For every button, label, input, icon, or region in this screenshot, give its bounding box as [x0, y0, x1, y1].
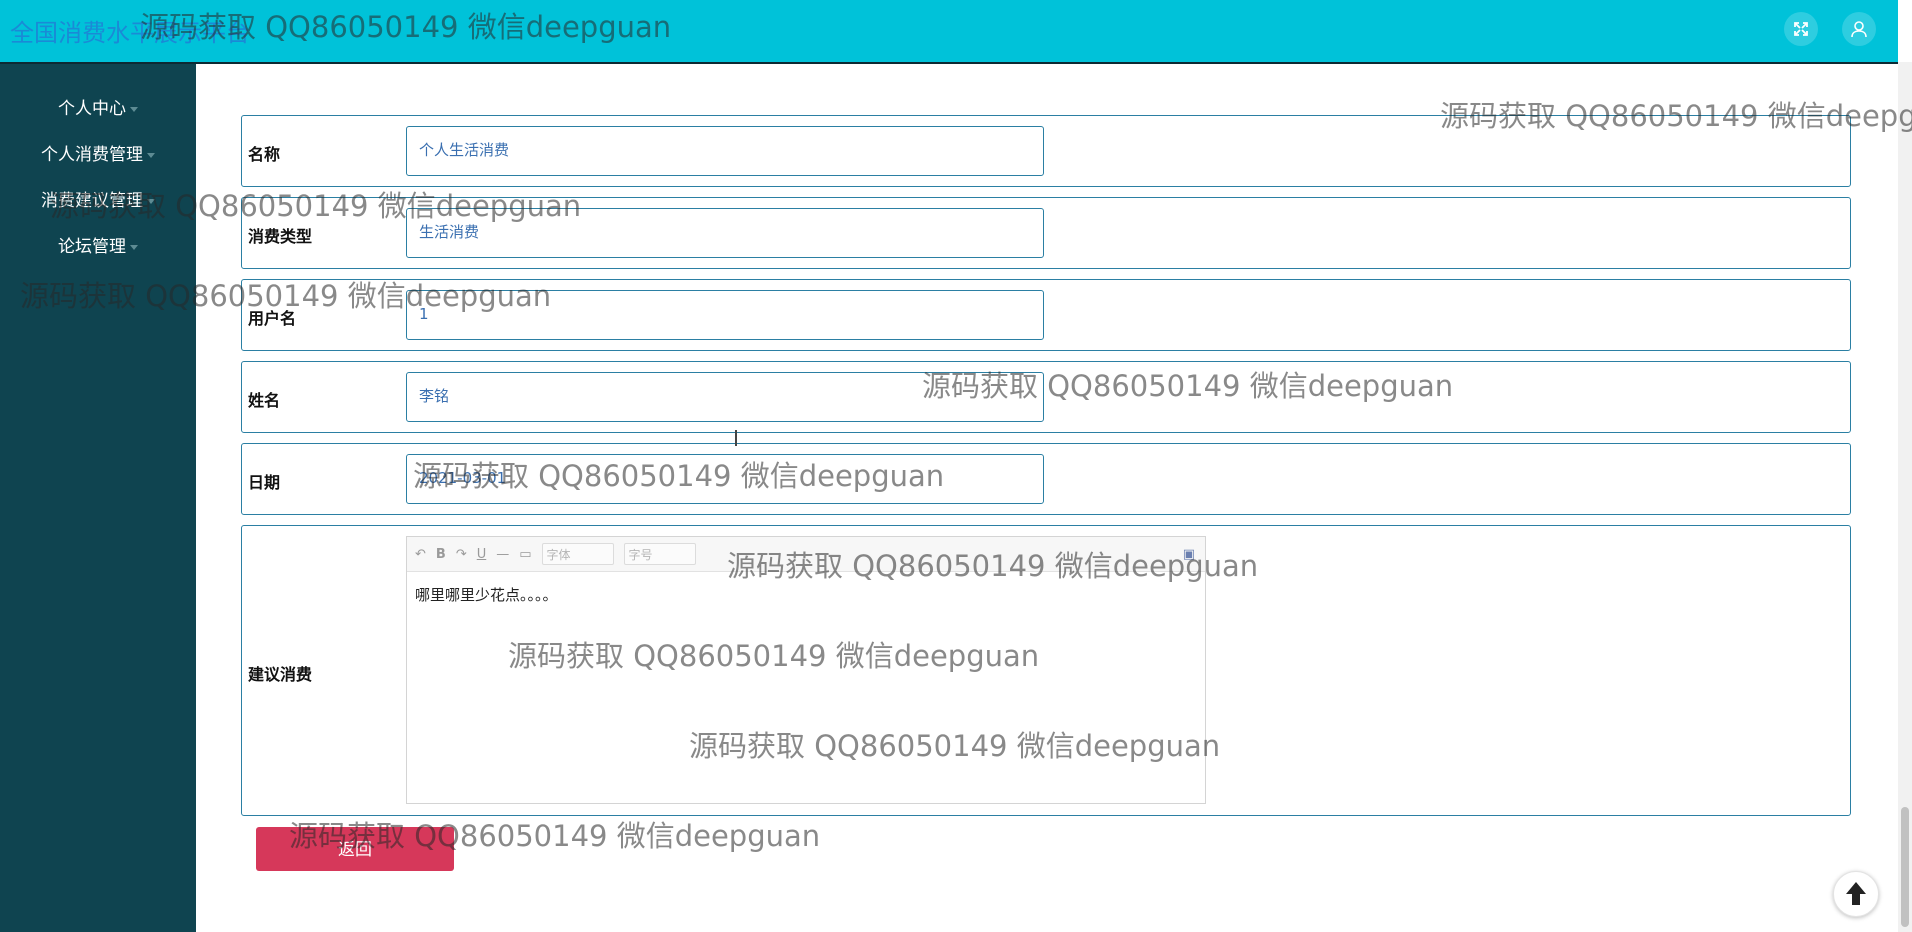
- hr-icon[interactable]: —: [496, 547, 509, 562]
- field-row-realname: 姓名 李铭: [241, 361, 1851, 433]
- field-row-name: 名称 个人生活消费: [241, 115, 1851, 187]
- editor-toolbar: ↶ B ↷ U — ▭ 字体 字号 ▣: [407, 537, 1205, 572]
- field-label: 建议消费: [248, 665, 313, 684]
- sidebar-item-label: 消费建议管理: [41, 191, 143, 211]
- sidebar-item-advice[interactable]: 消费建议管理: [0, 186, 196, 211]
- field-label: 名称: [248, 145, 281, 164]
- back-to-top-button[interactable]: [1833, 871, 1879, 917]
- redo-icon[interactable]: ↷: [456, 547, 467, 562]
- realname-input[interactable]: 李铭: [406, 372, 1044, 422]
- field-label: 用户名: [248, 309, 297, 328]
- fullscreen-button[interactable]: [1784, 12, 1818, 46]
- username-input[interactable]: 1: [406, 290, 1044, 340]
- table-icon[interactable]: ▭: [519, 547, 531, 562]
- app-title: 全国消费水平展示平台: [10, 19, 250, 47]
- user-icon: [1851, 21, 1867, 38]
- caret-down-icon: [130, 244, 138, 250]
- arrow-up-icon: [1846, 882, 1866, 905]
- sidebar: 个人中心 个人消费管理 消费建议管理 论坛管理: [0, 64, 196, 932]
- undo-icon[interactable]: ↶: [415, 547, 426, 562]
- sidebar-item-personal-center[interactable]: 个人中心: [0, 94, 196, 119]
- field-row-username: 用户名 1: [241, 279, 1851, 351]
- top-header: 全国消费水平展示平台: [0, 0, 1898, 64]
- name-input[interactable]: 个人生活消费: [406, 126, 1044, 176]
- expand-icon: [1794, 22, 1808, 36]
- caret-down-icon: [147, 198, 155, 204]
- field-label: 日期: [248, 473, 281, 492]
- rich-text-editor[interactable]: ↶ B ↷ U — ▭ 字体 字号 ▣ 哪里哪里少花点。。。。: [406, 536, 1206, 804]
- sidebar-item-label: 论坛管理: [58, 237, 126, 257]
- field-label: 消费类型: [248, 227, 313, 246]
- text-cursor: [735, 430, 737, 446]
- sidebar-item-consumption[interactable]: 个人消费管理: [0, 140, 196, 165]
- underline-icon[interactable]: U: [477, 547, 487, 562]
- sidebar-item-label: 个人消费管理: [41, 145, 143, 165]
- sidebar-item-forum[interactable]: 论坛管理: [0, 232, 196, 257]
- user-button[interactable]: [1842, 12, 1876, 46]
- font-size-select[interactable]: 字号: [623, 543, 696, 565]
- field-label: 姓名: [248, 391, 281, 410]
- field-row-type: 消费类型 生活消费: [241, 197, 1851, 269]
- scroll-thumb[interactable]: [1901, 807, 1909, 927]
- field-row-advice: 建议消费 ↶ B ↷ U — ▭ 字体 字号 ▣ 哪里哪里少花点。。。。: [241, 525, 1851, 816]
- type-input[interactable]: 生活消费: [406, 208, 1044, 258]
- date-input[interactable]: 2021-03-01: [406, 454, 1044, 504]
- source-icon[interactable]: ▣: [1183, 547, 1195, 562]
- page-scrollbar[interactable]: [1898, 62, 1912, 932]
- caret-down-icon: [130, 106, 138, 112]
- font-family-select[interactable]: 字体: [541, 543, 614, 565]
- field-row-date: 日期 2021-03-01: [241, 443, 1851, 515]
- editor-content[interactable]: 哪里哪里少花点。。。。: [407, 572, 1205, 617]
- sidebar-item-label: 个人中心: [58, 99, 126, 119]
- caret-down-icon: [147, 152, 155, 158]
- bold-icon[interactable]: B: [436, 547, 446, 562]
- return-button[interactable]: 返回: [256, 827, 454, 871]
